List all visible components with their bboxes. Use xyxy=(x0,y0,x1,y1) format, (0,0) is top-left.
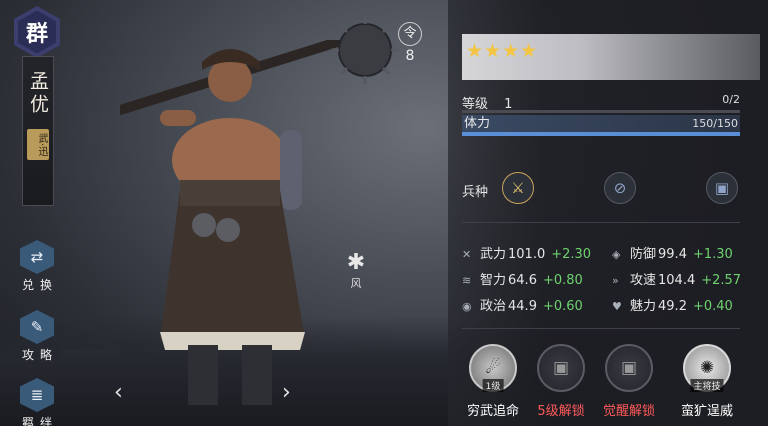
bond-label: 羁绊 xyxy=(22,416,59,426)
stat-name: 政治 xyxy=(480,299,507,314)
hero-head xyxy=(208,58,252,102)
wind-element: ✱ 风 xyxy=(342,250,370,291)
skill-name: 5级解锁 xyxy=(537,404,585,419)
hero-name: 孟优 xyxy=(27,71,49,117)
stat-value: 104.4 xyxy=(658,273,696,288)
hp-bar-fill xyxy=(462,132,740,136)
skill-icon: ☄ 1级 xyxy=(469,344,517,392)
bond-icon: ≣ xyxy=(20,378,54,412)
skill-slot-1[interactable]: ☄ 1级 穷武追命 xyxy=(458,344,528,419)
shield-icon[interactable]: ⊘ xyxy=(604,172,636,204)
hp-label: 体力 xyxy=(464,116,491,131)
stat-name: 智力 xyxy=(480,273,507,288)
hp-bar xyxy=(462,132,740,136)
stat-force: ✕ 武力 101.0 +2.30 xyxy=(462,243,591,262)
maple-leaf-icon: ✱ xyxy=(346,250,366,275)
hero-figure[interactable] xyxy=(120,40,340,420)
faction-label: 群 xyxy=(18,10,56,54)
exchange-icon: ⇄ xyxy=(20,240,54,274)
lock-icon: ▣ xyxy=(605,344,653,392)
stat-value: 44.9 xyxy=(508,299,537,314)
level-progress: 0/2 xyxy=(722,93,740,106)
hp-row: 体力 150/150 xyxy=(462,115,740,133)
stat-charm: ♥ 魅力 49.2 +0.40 xyxy=(612,295,733,314)
charm-icon: ♥ xyxy=(612,300,622,313)
hero-skirt xyxy=(160,190,305,340)
stat-value: 49.2 xyxy=(658,299,687,314)
stat-value: 99.4 xyxy=(658,247,687,262)
stat-growth: +0.80 xyxy=(542,273,583,288)
mace-head xyxy=(331,16,399,84)
next-hero-arrow[interactable]: › xyxy=(282,380,291,405)
skill-slot-3-locked[interactable]: ▣ 觉醒解锁 xyxy=(594,344,664,419)
hero-arm-right xyxy=(280,130,302,210)
bond-button[interactable]: ≣ 羁绊 xyxy=(16,378,58,426)
hero-arm-left xyxy=(160,110,196,126)
guide-label: 攻略 xyxy=(22,348,59,362)
stat-intelligence: ≋ 智力 64.6 +0.80 xyxy=(462,269,583,288)
divider xyxy=(462,328,740,329)
stat-politics: ◉ 政治 44.9 +0.60 xyxy=(462,295,583,314)
hero-leg-left xyxy=(188,345,218,405)
stat-name: 魅力 xyxy=(630,299,657,314)
speed-icon: » xyxy=(612,274,619,287)
stat-name: 攻速 xyxy=(630,273,657,288)
armor-icon[interactable]: ▣ xyxy=(706,172,738,204)
guide-button[interactable]: ✎ 攻略 xyxy=(16,310,58,363)
order-badge[interactable]: 令 8 xyxy=(396,22,424,64)
skill-level-tag: 1级 xyxy=(482,379,504,392)
skill-name: 觉醒解锁 xyxy=(602,404,655,419)
brain-icon: ≋ xyxy=(462,274,472,287)
stat-attack-speed: » 攻速 104.4 +2.57 xyxy=(612,269,741,288)
crossed-swords-icon: ✕ xyxy=(462,248,472,261)
skill-slot-2-locked[interactable]: ▣ 5级解锁 xyxy=(526,344,596,419)
politics-icon: ◉ xyxy=(462,300,472,313)
stat-growth: +0.40 xyxy=(692,299,733,314)
level-bar xyxy=(462,110,740,113)
hp-value: 150/150 xyxy=(692,117,738,130)
prev-hero-arrow[interactable]: ‹ xyxy=(114,380,123,405)
wind-label: 风 xyxy=(350,277,362,290)
skill-icon: ✺ 主将技 xyxy=(683,344,731,392)
skill-name: 穷武追命 xyxy=(466,404,519,419)
exchange-label: 兑换 xyxy=(22,278,59,292)
stat-name: 武力 xyxy=(480,247,507,262)
order-count: 8 xyxy=(405,48,415,64)
stat-value: 64.6 xyxy=(508,273,537,288)
divider xyxy=(462,222,740,223)
stat-growth: +2.57 xyxy=(701,273,742,288)
stat-name: 防御 xyxy=(630,247,657,262)
stat-growth: +2.30 xyxy=(551,247,592,262)
stat-defense: ◈ 防御 99.4 +1.30 xyxy=(612,243,733,262)
sword-icon[interactable]: ⚔ xyxy=(502,172,534,204)
hero-leg-right xyxy=(242,345,272,405)
shield-icon: ◈ xyxy=(612,248,621,261)
hero-trait-tag: 武·迅 xyxy=(27,129,49,161)
skill-slot-4-leader[interactable]: ✺ 主将技 蛮犷逞威 xyxy=(672,344,742,419)
star-rating: ★★★★ xyxy=(466,40,539,62)
stat-value: 101.0 xyxy=(508,247,546,262)
hero-name-banner: 孟优 武·迅 xyxy=(22,56,54,206)
exchange-button[interactable]: ⇄ 兑换 xyxy=(16,240,58,293)
order-symbol: 令 xyxy=(398,22,422,46)
skill-name: 蛮犷逞威 xyxy=(680,404,733,419)
lock-icon: ▣ xyxy=(537,344,585,392)
troop-label: 兵种 xyxy=(462,185,489,200)
stat-growth: +0.60 xyxy=(542,299,583,314)
guide-scroll-icon: ✎ xyxy=(20,310,54,344)
skill-level-tag: 主将技 xyxy=(690,379,724,392)
stat-growth: +1.30 xyxy=(692,247,733,262)
